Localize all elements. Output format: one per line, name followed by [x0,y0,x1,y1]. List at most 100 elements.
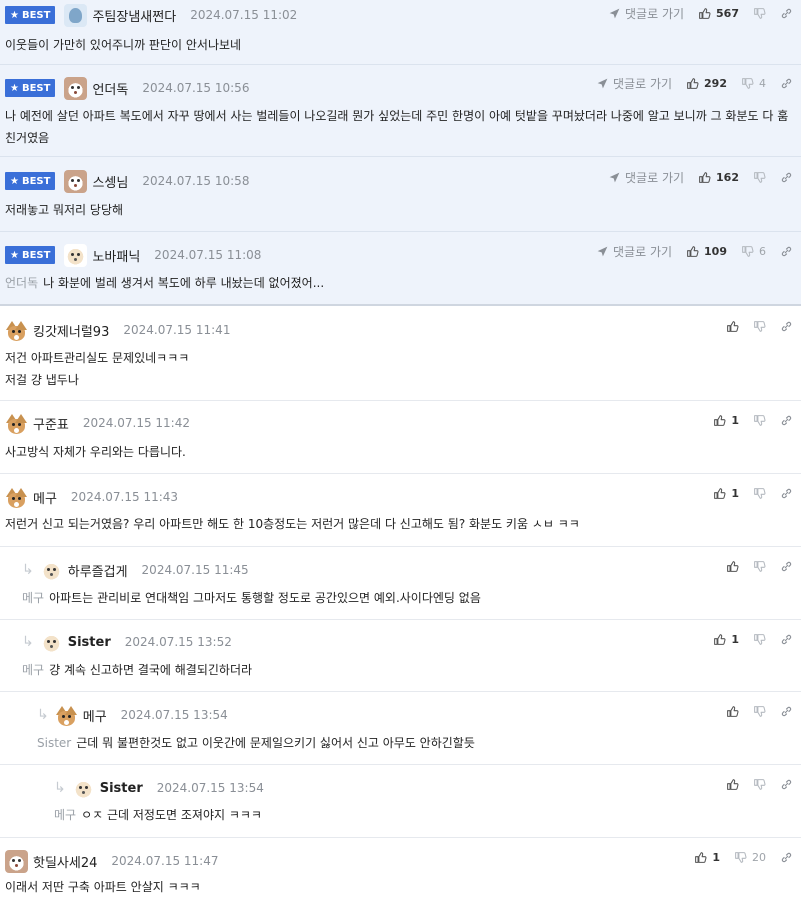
avatar[interactable] [5,486,28,509]
share-link-button[interactable] [780,778,793,791]
share-link-button[interactable] [780,633,793,646]
dislike-button[interactable]: 20 [734,851,766,864]
comment-date: 2024.07.15 11:08 [154,248,262,262]
nickname[interactable]: 구준표 [33,414,69,433]
like-button[interactable]: 109 [686,245,727,258]
dislike-button[interactable] [753,778,766,791]
share-link-button[interactable] [780,851,793,864]
thumbs-down-icon [753,633,766,646]
dislike-button[interactable] [753,487,766,500]
like-count: 162 [716,170,739,184]
link-icon [780,633,793,646]
avatar[interactable] [64,3,88,27]
avatar[interactable] [55,704,78,727]
link-icon [780,778,793,791]
nickname[interactable]: 주팀장냄새쩐다 [92,6,176,25]
avatar[interactable] [64,169,88,193]
thumbs-up-icon [726,705,739,718]
link-icon [780,320,793,333]
comment-text: 사고방식 자체가 우리와는 다릅니다. [5,445,186,459]
like-button[interactable]: 567 [698,7,739,20]
go-to-reply-link[interactable]: 댓글로 가기 [596,243,672,260]
share-link-button[interactable] [780,171,793,184]
dislike-button[interactable] [753,705,766,718]
nickname[interactable]: 메구 [33,488,57,507]
like-button[interactable]: 292 [686,77,727,90]
thumbs-down-icon [741,77,754,90]
dislike-button[interactable] [753,320,766,333]
thumbs-up-icon [713,487,726,500]
thumbs-up-icon [698,7,711,20]
dislike-button[interactable] [753,171,766,184]
avatar[interactable] [39,558,63,582]
nickname[interactable]: 스셍님 [92,172,128,191]
reply-arrow-icon: ↳ [22,562,34,578]
comment-date: 2024.07.15 11:45 [141,563,249,577]
avatar[interactable] [5,319,28,342]
like-button[interactable]: 1 [713,414,739,427]
share-link-button[interactable] [780,414,793,427]
dislike-button[interactable]: 6 [741,245,766,258]
comment-text: 저건 아파트관리실도 문제있네ㅋㅋㅋ 저걸 걍 냅두나 [5,351,190,387]
like-button[interactable]: 1 [694,851,720,864]
dislike-button[interactable] [753,560,766,573]
comment-date: 2024.07.15 11:42 [82,416,190,430]
dislike-button[interactable] [753,7,766,20]
dislike-button[interactable] [753,414,766,427]
nickname[interactable]: Sister [68,635,111,650]
thumbs-up-icon [726,560,739,573]
avatar[interactable] [39,630,63,654]
like-button[interactable] [726,560,739,573]
dislike-button[interactable]: 4 [741,77,766,90]
comment-date: 2024.07.15 10:56 [142,81,250,95]
mention[interactable]: Sister [37,736,71,750]
nickname[interactable]: 언더독 [92,79,128,98]
nickname[interactable]: 핫딜사세24 [33,852,97,871]
mention[interactable]: 언더독 [5,276,38,290]
nickname[interactable]: 킹갓제너럴93 [33,321,109,340]
like-button[interactable] [726,705,739,718]
share-link-button[interactable] [780,705,793,718]
go-to-reply-link[interactable]: 댓글로 가기 [596,75,672,92]
share-link-button[interactable] [780,320,793,333]
comment-text: Sister 근데 뭐 불편한것도 없고 이웃간에 문제일으키기 싫어서 신고 아… [37,736,475,750]
avatar[interactable] [5,849,28,873]
like-button[interactable]: 1 [713,633,739,646]
nickname[interactable]: Sister [100,781,143,796]
comment-text: 메구 ㅇㅈ 근데 저정도면 조져야지 ㅋㅋㅋ [54,808,262,822]
dislike-button[interactable] [753,633,766,646]
go-to-reply-link[interactable]: 댓글로 가기 [608,169,684,186]
like-button[interactable] [726,778,739,791]
thumbs-down-icon [741,245,754,258]
dislike-count: 6 [759,244,766,258]
star-icon: ★ [10,82,19,94]
thumbs-down-icon [753,7,766,20]
reply-item: ↳ Sister 2024.07.15 13:54 메구 ㅇㅈ 근데 저정도면 조… [0,765,801,838]
nickname[interactable]: 하루즐겁게 [68,561,128,580]
like-button[interactable] [726,320,739,333]
share-link-button[interactable] [780,245,793,258]
like-count: 292 [704,76,727,90]
share-link-button[interactable] [780,7,793,20]
share-link-button[interactable] [780,487,793,500]
like-button[interactable]: 1 [713,487,739,500]
mention[interactable]: 메구 [22,591,44,605]
like-button[interactable]: 162 [698,171,739,184]
go-to-reply-link[interactable]: 댓글로 가기 [608,5,684,22]
link-icon [780,560,793,573]
share-link-button[interactable] [780,77,793,90]
best-badge: ★ BEST [5,6,56,24]
nickname[interactable]: 메구 [83,706,107,725]
avatar[interactable] [71,776,95,800]
star-icon: ★ [10,9,19,21]
reply-arrow-icon: ↳ [37,707,49,723]
avatar[interactable] [64,243,88,267]
nickname[interactable]: 노바패닉 [92,246,140,265]
navigate-icon [608,7,621,20]
avatar[interactable] [64,76,88,100]
mention[interactable]: 메구 [54,808,76,822]
mention[interactable]: 메구 [22,663,44,677]
avatar[interactable] [5,412,28,435]
best-badge: ★ BEST [5,246,56,264]
share-link-button[interactable] [780,560,793,573]
